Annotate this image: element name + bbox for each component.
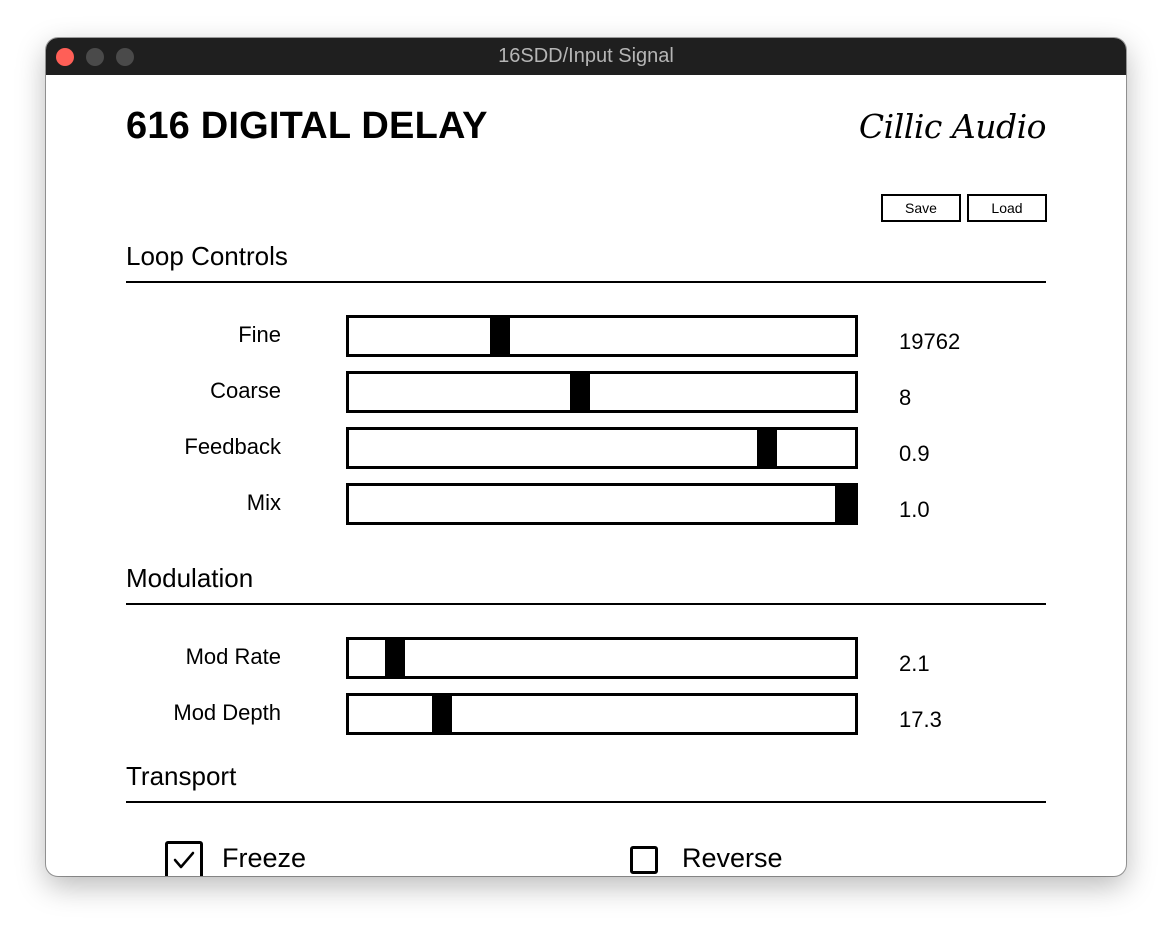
freeze-checkbox[interactable]: [165, 841, 203, 876]
slider-value-mix: 1.0: [899, 497, 930, 522]
save-button[interactable]: Save: [881, 194, 961, 222]
section-divider: [126, 281, 1046, 283]
slider-feedback[interactable]: [346, 427, 858, 469]
slider-mod-depth[interactable]: [346, 693, 858, 735]
section-title-modulation: Modulation: [126, 563, 254, 593]
slider-label-mod-depth: Mod Depth: [173, 700, 281, 725]
slider-value-mod-depth: 17.3: [899, 707, 942, 732]
plugin-window: 16SDD/Input Signal 616 DIGITAL DELAY Cil…: [46, 38, 1126, 876]
reverse-label[interactable]: Reverse: [682, 843, 783, 874]
slider-thumb-feedback[interactable]: [757, 430, 777, 466]
slider-value-fine: 19762: [899, 329, 961, 354]
section-title-loop-controls: Loop Controls: [126, 241, 288, 271]
window-title: 16SDD/Input Signal: [498, 45, 674, 67]
plugin-title: 616 DIGITAL DELAY: [126, 105, 488, 147]
title-bar[interactable]: 16SDD/Input Signal: [46, 38, 1126, 75]
slider-thumb-mix[interactable]: [835, 486, 855, 522]
slider-mod-rate[interactable]: [346, 637, 858, 679]
load-button[interactable]: Load: [967, 194, 1047, 222]
section-title-transport: Transport: [126, 761, 237, 791]
slider-value-coarse: 8: [899, 385, 912, 410]
slider-value-mod-rate: 2.1: [899, 651, 930, 676]
freeze-label[interactable]: Freeze: [222, 843, 306, 874]
reverse-checkbox[interactable]: [630, 846, 658, 874]
checkmark-icon: [173, 851, 195, 869]
slider-label-coarse: Coarse: [210, 378, 281, 403]
slider-label-fine: Fine: [238, 322, 281, 347]
slider-mix[interactable]: [346, 483, 858, 525]
plugin-content: 616 DIGITAL DELAY Cillic Audio Save Load…: [46, 75, 1126, 876]
slider-label-mix: Mix: [246, 490, 281, 515]
slider-thumb-fine[interactable]: [490, 318, 510, 354]
section-divider: [126, 801, 1046, 803]
brand-logo: Cillic Audio: [858, 107, 1047, 146]
slider-thumb-coarse[interactable]: [570, 374, 590, 410]
slider-label-mod-rate: Mod Rate: [185, 644, 281, 669]
slider-thumb-mod-depth[interactable]: [432, 696, 452, 732]
slider-value-feedback: 0.9: [899, 441, 930, 466]
section-divider: [126, 603, 1046, 605]
slider-coarse[interactable]: [346, 371, 858, 413]
slider-thumb-mod-rate[interactable]: [385, 640, 405, 676]
slider-label-feedback: Feedback: [184, 434, 281, 459]
slider-fine[interactable]: [346, 315, 858, 357]
